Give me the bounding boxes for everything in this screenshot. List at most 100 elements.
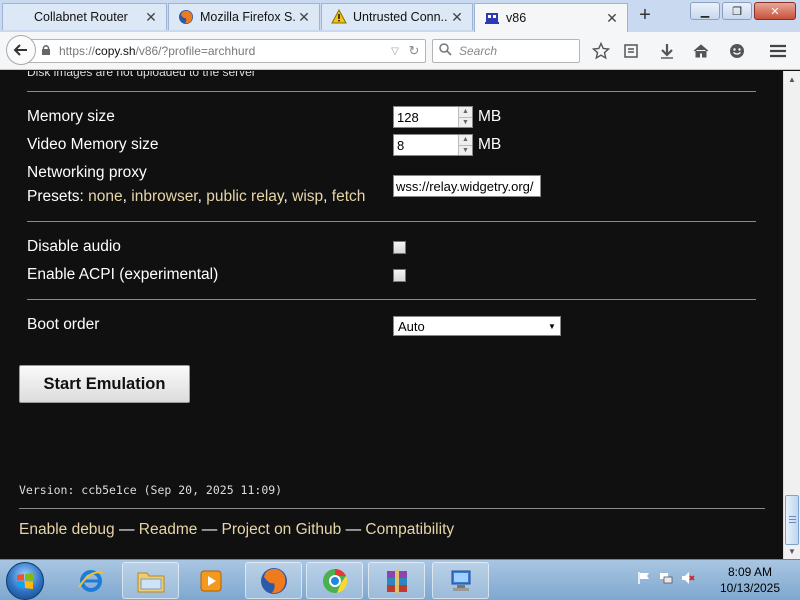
preset-link-inbrowser[interactable]: inbrowser (131, 188, 197, 205)
clock-time: 8:09 AM (727, 565, 773, 579)
windows-logo-icon (17, 573, 33, 589)
hamburger-menu-icon[interactable] (767, 40, 789, 62)
boot-order-select[interactable]: Auto ▼ (393, 316, 561, 336)
close-icon[interactable]: ✕ (295, 9, 313, 26)
chevron-down-icon[interactable]: ▼ (459, 116, 472, 127)
window-close-button[interactable]: ✕ (754, 2, 796, 20)
blank-page-icon (12, 9, 28, 25)
footer-links: Enable debug — Readme — Project on Githu… (19, 521, 454, 539)
media-player-icon[interactable] (182, 562, 239, 599)
firefox-icon[interactable] (245, 562, 302, 599)
divider (19, 508, 765, 509)
start-emulation-button[interactable]: Start Emulation (19, 365, 190, 403)
video-memory-input[interactable]: 8 ▲ ▼ (393, 134, 473, 156)
tab-v86[interactable]: v86 ✕ (474, 3, 628, 32)
chevron-down-icon[interactable]: ▽ (387, 46, 403, 57)
scrollbar-thumb[interactable] (785, 495, 799, 545)
tab-label: Mozilla Firefox S... (200, 10, 295, 24)
taskbar-clock[interactable]: 8:09 AM 10/13/2025 (714, 564, 786, 596)
download-icon[interactable] (656, 40, 678, 62)
close-icon[interactable]: ✕ (603, 10, 621, 27)
internet-explorer-icon[interactable] (62, 562, 119, 599)
action-center-flag-icon[interactable] (636, 570, 652, 586)
networking-proxy-input[interactable]: wss://relay.widgetry.org/ (393, 175, 541, 197)
start-button[interactable] (6, 562, 44, 600)
divider (27, 91, 756, 92)
file-explorer-icon[interactable] (122, 562, 179, 599)
warning-icon (331, 9, 347, 25)
memory-size-input[interactable]: 128 ▲ ▼ (393, 106, 473, 128)
window-controls: ▁ ❐ ✕ (688, 2, 796, 20)
chevron-up-icon[interactable]: ▲ (459, 135, 472, 145)
new-tab-button[interactable]: + (634, 4, 656, 26)
v86-icon (484, 10, 500, 26)
divider (27, 299, 756, 300)
url-text: https://copy.sh/v86/?profile=archhurd (59, 44, 387, 58)
tab-untrusted-connection[interactable]: Untrusted Conn... ✕ (321, 3, 473, 30)
chevron-down-icon: ▼ (548, 321, 556, 331)
github-link[interactable]: Project on Github (222, 521, 342, 538)
volume-muted-icon[interactable] (680, 570, 696, 586)
tab-mozilla-firefox[interactable]: Mozilla Firefox S... ✕ (168, 3, 320, 30)
tab-collabnet-router[interactable]: Collabnet Router ✕ (2, 3, 167, 30)
chevron-up-icon[interactable]: ▲ (459, 107, 472, 117)
url-bar[interactable]: https://copy.sh/v86/?profile=archhurd ▽ … (28, 39, 426, 63)
system-tray (636, 570, 696, 586)
scroll-up-icon[interactable]: ▲ (784, 71, 800, 87)
search-input[interactable]: Search (432, 39, 580, 63)
video-memory-stepper[interactable]: ▲ ▼ (458, 135, 472, 155)
chrome-icon[interactable] (306, 562, 363, 599)
version-text: Version: ccb5e1ce (Sep 20, 2025 11:09) (19, 483, 283, 497)
lock-icon[interactable] (40, 44, 56, 59)
reading-list-icon[interactable] (620, 40, 642, 62)
network-computer-icon[interactable] (432, 562, 489, 599)
presets-label: Presets: (27, 188, 84, 205)
readme-link[interactable]: Readme (139, 521, 198, 538)
enable-debug-link[interactable]: Enable debug (19, 521, 115, 538)
maximize-button[interactable]: ❐ (722, 2, 752, 20)
video-memory-unit: MB (478, 136, 502, 153)
clock-date: 10/13/2025 (719, 581, 781, 595)
url-host: copy.sh (95, 44, 136, 58)
compatibility-link[interactable]: Compatibility (365, 521, 454, 538)
back-button[interactable] (6, 35, 36, 65)
close-icon[interactable]: ✕ (142, 9, 160, 26)
memory-size-value: 128 (397, 109, 419, 125)
memory-unit: MB (478, 108, 502, 125)
hello-chat-icon[interactable] (726, 40, 748, 62)
network-icon[interactable] (658, 570, 674, 586)
enable-acpi-label: Enable ACPI (experimental) (27, 266, 219, 283)
arrow-left-icon (13, 44, 27, 56)
preset-link-fetch[interactable]: fetch (332, 188, 366, 205)
tab-label: Untrusted Conn... (353, 10, 448, 24)
enable-acpi-checkbox[interactable] (393, 269, 406, 282)
tab-label: v86 (506, 11, 527, 25)
winrar-icon[interactable] (368, 562, 425, 599)
memory-size-label: Memory size (27, 108, 115, 125)
page-content: Disk images are not uploaded to the serv… (0, 71, 783, 559)
memory-size-stepper[interactable]: ▲ ▼ (458, 107, 472, 127)
disk-upload-note: Disk images are not uploaded to the serv… (27, 71, 256, 79)
reload-icon[interactable]: ↻ (403, 43, 425, 59)
preset-link-none[interactable]: none (88, 188, 122, 205)
footer-separator: — (345, 521, 362, 538)
home-icon[interactable] (690, 40, 712, 62)
disable-audio-checkbox[interactable] (393, 241, 406, 254)
preset-link-wisp[interactable]: wisp (292, 188, 323, 205)
close-icon[interactable]: ✕ (448, 9, 466, 26)
search-placeholder: Search (459, 44, 498, 58)
minimize-button[interactable]: ▁ (690, 2, 720, 20)
preset-link-public-relay[interactable]: public relay (206, 188, 283, 205)
vertical-scrollbar[interactable]: ▲ ▼ (783, 71, 800, 559)
footer-separator: — (201, 521, 218, 538)
bookmark-star-icon[interactable] (590, 40, 612, 62)
chevron-down-icon[interactable]: ▼ (459, 144, 472, 155)
firefox-icon (178, 9, 194, 25)
scroll-down-icon[interactable]: ▼ (784, 543, 800, 559)
boot-order-value: Auto (398, 318, 425, 334)
video-memory-value: 8 (397, 137, 405, 153)
url-prefix: https:// (59, 44, 96, 58)
disable-audio-label: Disable audio (27, 238, 121, 255)
url-path: /v86/?profile=archhurd (135, 44, 256, 58)
video-memory-label: Video Memory size (27, 136, 159, 153)
